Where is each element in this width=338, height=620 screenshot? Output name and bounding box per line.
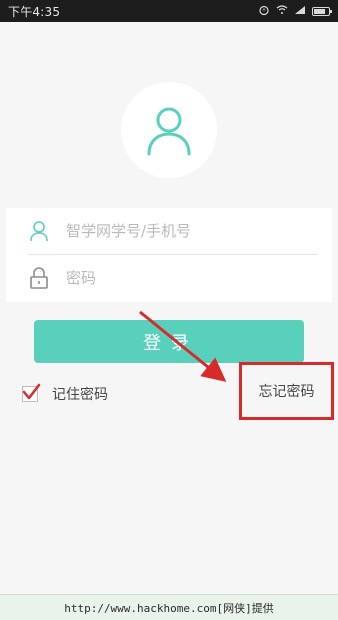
forgot-password-link[interactable]: 忘记密码 xyxy=(259,381,315,401)
login-screen: 登录 记住密码 忘记密码 xyxy=(0,22,338,594)
login-button[interactable]: 登录 xyxy=(34,320,304,363)
watermark-footer: http://www.hackhome.com[网侠]提供 xyxy=(0,594,338,620)
lock-icon xyxy=(28,267,50,289)
alarm-icon xyxy=(258,4,270,19)
wifi-icon xyxy=(276,4,288,18)
annotation-highlight-box: 忘记密码 xyxy=(239,362,334,420)
status-time: 下午4:35 xyxy=(8,4,61,19)
avatar xyxy=(121,82,217,178)
status-icons xyxy=(258,4,332,19)
battery-icon xyxy=(312,6,332,16)
username-input[interactable] xyxy=(64,221,308,241)
signal-icon xyxy=(294,5,306,18)
username-field xyxy=(28,208,318,255)
login-form xyxy=(6,208,332,302)
user-icon xyxy=(147,107,191,156)
status-bar: 下午4:35 xyxy=(0,0,338,22)
checkmark-icon xyxy=(22,383,41,400)
remember-password-option[interactable]: 记住密码 xyxy=(22,383,108,404)
password-field xyxy=(28,255,318,301)
password-input[interactable] xyxy=(64,268,308,288)
remember-checkbox[interactable] xyxy=(22,383,41,402)
remember-label: 记住密码 xyxy=(52,387,108,403)
footer-text: http://www.hackhome.com[网侠]提供 xyxy=(64,601,274,615)
user-outline-icon xyxy=(28,220,50,242)
